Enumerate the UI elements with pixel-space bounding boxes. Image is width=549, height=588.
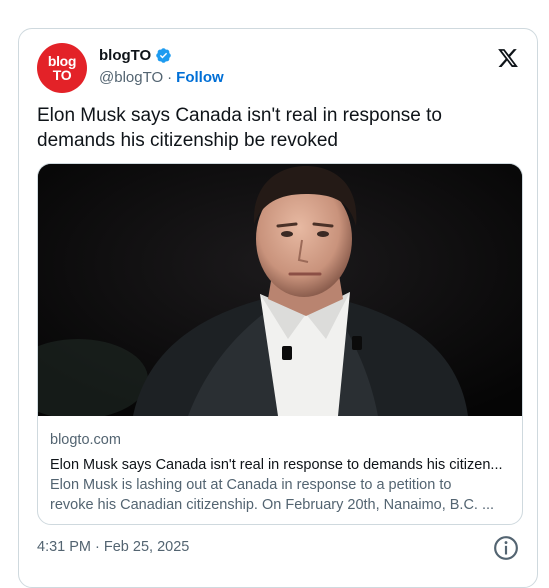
tweet-header: blog TO blogTO @blogTO · Follow: [37, 43, 519, 95]
link-description-line2: revoke his Canadian citizenship. On Febr…: [50, 497, 495, 513]
follow-button[interactable]: Follow: [176, 69, 224, 86]
avatar[interactable]: blog TO: [37, 43, 87, 93]
info-icon[interactable]: [493, 535, 519, 561]
x-logo-icon[interactable]: [497, 47, 519, 69]
author-handle-row: @blogTO · Follow: [99, 69, 224, 86]
author-name-row: blogTO: [99, 47, 172, 64]
article-photo-illustration: [38, 164, 522, 416]
tweet-timestamp[interactable]: 4:31 PM · Feb 25, 2025: [37, 539, 189, 555]
author-name[interactable]: blogTO: [99, 47, 151, 64]
verified-badge-icon: [156, 48, 171, 63]
link-domain: blogto.com: [50, 432, 121, 448]
author-handle[interactable]: @blogTO: [99, 69, 163, 86]
tweet-footer: 4:31 PM · Feb 25, 2025: [37, 535, 519, 561]
avatar-line1: blog: [47, 53, 77, 69]
link-title: Elon Musk says Canada isn't real in resp…: [50, 457, 503, 473]
avatar-line2: TO: [52, 67, 72, 83]
tweet-text: Elon Musk says Canada isn't real in resp…: [37, 105, 442, 151]
article-photo: [38, 164, 522, 416]
link-description-line1: Elon Musk is lashing out at Canada in re…: [50, 477, 452, 493]
link-preview-card[interactable]: blogto.com Elon Musk says Canada isn't r…: [37, 163, 523, 525]
link-card-meta: blogto.com Elon Musk says Canada isn't r…: [50, 430, 510, 515]
tweet-embed-card: blog TO blogTO @blogTO · Follow Elon Mus…: [18, 28, 538, 588]
handle-separator: ·: [167, 69, 173, 86]
